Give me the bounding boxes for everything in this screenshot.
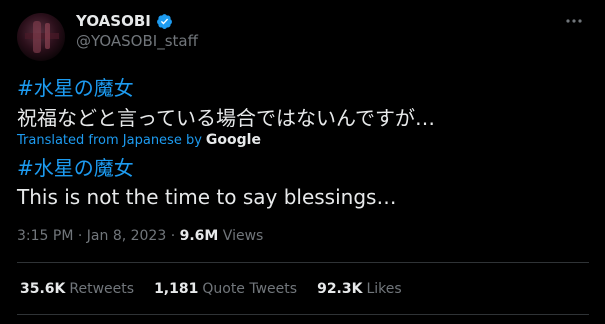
quote-tweets-stat[interactable]: 1,181 Quote Tweets	[154, 281, 297, 297]
divider	[17, 262, 589, 263]
author-handle[interactable]: @YOASOBI_staff	[76, 32, 198, 50]
quotes-label: Quote Tweets	[202, 281, 298, 297]
translated-label: Translated from Japanese by	[17, 132, 202, 148]
retweets-count: 35.6K	[20, 281, 66, 297]
likes-count: 92.3K	[317, 281, 363, 297]
tweet-text-original: 祝福などと言っている場合ではないんですが…	[17, 106, 435, 130]
divider	[17, 314, 589, 315]
tweet-meta: 3:15 PM · Jan 8, 2023 · 9.6M Views	[17, 228, 263, 244]
google-logo: Google	[205, 132, 261, 148]
hashtag-link[interactable]: #水星の魔女	[17, 72, 134, 101]
author-name-row[interactable]: YOASOBI	[76, 12, 173, 30]
quotes-count: 1,181	[154, 281, 199, 297]
verified-badge-icon	[156, 13, 172, 29]
likes-stat[interactable]: 92.3K Likes	[317, 281, 402, 297]
retweets-stat[interactable]: 35.6K Retweets	[20, 281, 134, 297]
meta-separator: ·	[170, 228, 180, 244]
tweet-time[interactable]: 3:15 PM	[17, 228, 73, 244]
more-options-icon[interactable]	[564, 13, 584, 29]
meta-separator: ·	[77, 228, 87, 244]
views-label: Views	[222, 228, 264, 244]
tweet: YOASOBI @YOASOBI_staff #水星の魔女 祝福などと言っている…	[0, 0, 605, 324]
author-name[interactable]: YOASOBI	[76, 12, 151, 30]
engagement-stats: 35.6K Retweets 1,181 Quote Tweets 92.3K Lik…	[20, 281, 422, 297]
translation-attribution[interactable]: Translated from Japanese by Google	[17, 132, 261, 148]
hashtag-link-translated[interactable]: #水星の魔女	[17, 152, 134, 181]
retweets-label: Retweets	[69, 281, 135, 297]
tweet-text-translated: This is not the time to say blessings…	[17, 185, 397, 209]
avatar[interactable]	[17, 13, 65, 61]
likes-label: Likes	[366, 281, 402, 297]
views-count: 9.6M	[179, 228, 219, 244]
tweet-date[interactable]: Jan 8, 2023	[87, 228, 166, 244]
